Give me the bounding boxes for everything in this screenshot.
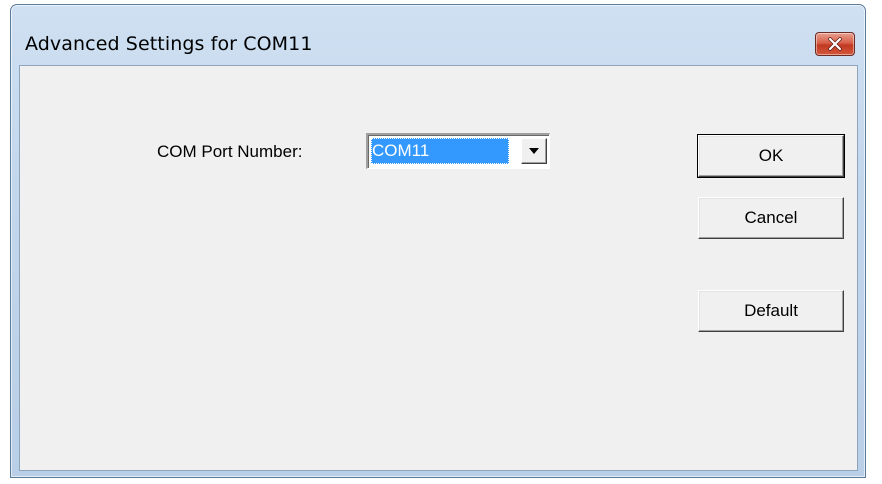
com-port-selected-value[interactable]: COM11 bbox=[371, 138, 509, 164]
com-port-label: COM Port Number: bbox=[157, 142, 303, 161]
close-button[interactable] bbox=[815, 32, 855, 56]
window-title: Advanced Settings for COM11 bbox=[25, 33, 313, 55]
dialog-window: Advanced Settings for COM11 COM Port Num… bbox=[10, 4, 866, 478]
dialog-client-area: COM Port Number: COM11 OK Cancel Default bbox=[19, 65, 858, 471]
ok-button[interactable]: OK bbox=[697, 134, 845, 178]
close-icon bbox=[828, 37, 842, 51]
title-bar[interactable]: Advanced Settings for COM11 bbox=[11, 5, 865, 65]
default-button[interactable]: Default bbox=[698, 290, 844, 332]
com-port-select[interactable]: COM11 bbox=[366, 133, 550, 169]
chevron-down-icon bbox=[529, 148, 539, 154]
com-port-dropdown-button[interactable] bbox=[521, 138, 547, 164]
cancel-button[interactable]: Cancel bbox=[698, 197, 844, 239]
